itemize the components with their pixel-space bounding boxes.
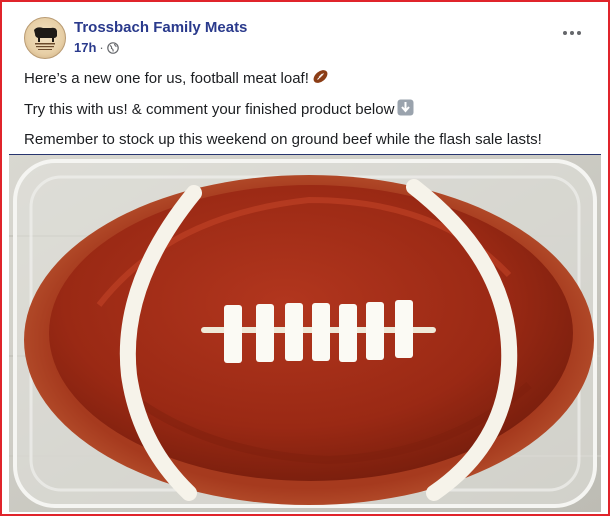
post-line: Here’s a new one for us, football meat l… xyxy=(24,68,594,91)
avatar[interactable] xyxy=(24,17,66,59)
post-line-text: Try this with us! & comment your finishe… xyxy=(24,101,395,118)
post-meta: 17h · xyxy=(74,40,119,55)
post-card: Trossbach Family Meats 17h · Here’s a ne… xyxy=(0,0,610,516)
down-arrow-emoji-icon xyxy=(397,99,414,122)
globe-icon xyxy=(106,41,119,54)
post-line-text: Remember to stock up this weekend on gro… xyxy=(24,131,542,148)
cow-logo-icon xyxy=(34,27,57,50)
post-header: Trossbach Family Meats 17h · xyxy=(24,17,594,61)
post-time[interactable]: 17h xyxy=(74,40,96,55)
more-options-icon[interactable] xyxy=(560,23,584,43)
post-text: Here’s a new one for us, football meat l… xyxy=(24,68,594,158)
football-emoji-icon xyxy=(312,68,329,91)
page-name-link[interactable]: Trossbach Family Meats xyxy=(74,19,247,36)
post-line: Try this with us! & comment your finishe… xyxy=(24,99,594,122)
football-meatloaf-image xyxy=(9,155,601,512)
meta-separator: · xyxy=(99,40,104,55)
post-line: Remember to stock up this weekend on gro… xyxy=(24,130,594,150)
post-photo[interactable] xyxy=(9,155,601,512)
post-line-text: Here’s a new one for us, football meat l… xyxy=(24,70,309,87)
